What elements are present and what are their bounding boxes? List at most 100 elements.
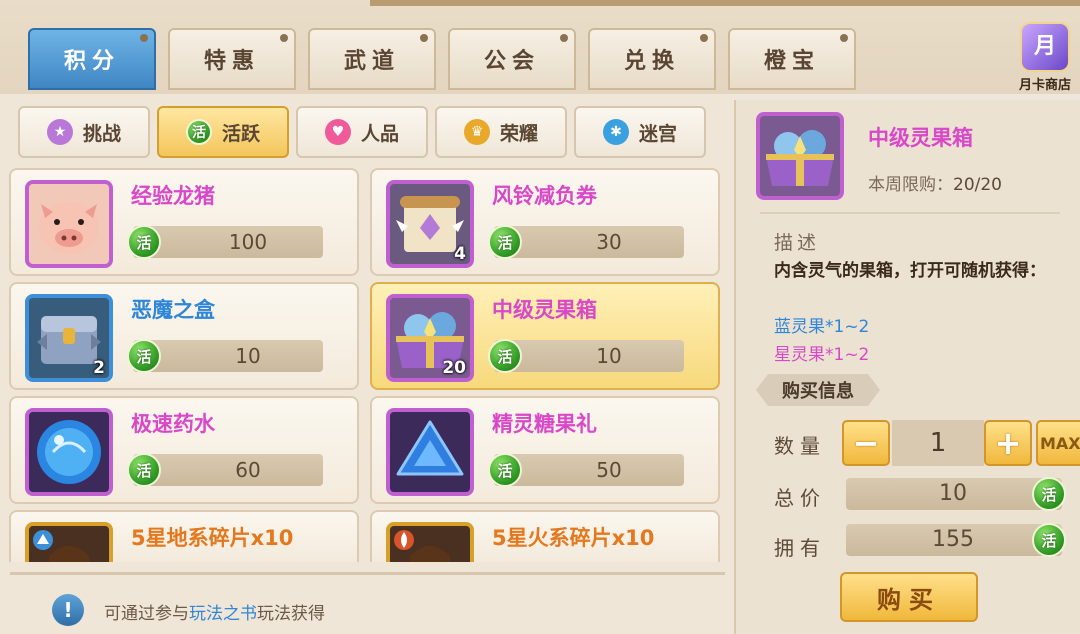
item-count: 20 (442, 358, 466, 378)
huo-icon: 活 (127, 225, 161, 259)
quantity-label: 数量 (774, 434, 826, 458)
pin-icon (280, 34, 288, 42)
huo-icon: 活 (488, 339, 522, 373)
divider (760, 212, 1060, 214)
tab-exchange[interactable]: 兑换 (588, 28, 716, 90)
item-card-selected[interactable]: 20 中级灵果箱 活 10 (370, 282, 720, 390)
snowflake-icon: ✱ (602, 119, 629, 145)
huo-icon: 活 (488, 453, 522, 487)
tab-specials[interactable]: 特惠 (168, 28, 296, 90)
month-card-icon: 月 (1020, 22, 1070, 72)
minus-button[interactable]: − (842, 420, 890, 466)
star-icon: ★ (46, 119, 73, 145)
plus-button[interactable]: + (984, 420, 1032, 466)
owned-value: 155 (932, 527, 974, 552)
price-bar: 活 30 (488, 225, 684, 259)
owned-label: 拥有 (774, 536, 826, 560)
fruit-box-icon (756, 112, 844, 200)
item-name: 恶魔之盒 (131, 298, 215, 322)
subtab-honor[interactable]: ♛ 荣耀 (435, 106, 567, 158)
huo-icon: 活 (1032, 523, 1066, 557)
subtab-label: 挑战 (82, 122, 121, 145)
item-card[interactable]: 4 风铃减负券 活 30 (370, 168, 720, 276)
quantity-field[interactable]: 1 (892, 420, 984, 466)
item-card[interactable]: 精灵糖果礼 活 50 (370, 396, 720, 504)
huo-icon: 活 (185, 119, 212, 145)
item-card[interactable]: 经验龙猪 活 100 (9, 168, 359, 276)
month-card-label: 月卡商店 (1018, 78, 1071, 93)
candy-icon (386, 408, 474, 496)
purchase-info-header: 购买信息 (756, 374, 880, 406)
potion-orb-icon (25, 408, 113, 496)
item-price: 50 (596, 458, 622, 482)
tab-guild[interactable]: 公会 (448, 28, 576, 90)
item-count: 4 (454, 244, 466, 264)
huo-icon: 活 (127, 453, 161, 487)
huo-icon: 活 (1032, 477, 1066, 511)
hint-suffix: 玩法获得 (257, 604, 325, 624)
buy-button[interactable]: 购买 (840, 572, 978, 622)
item-price: 100 (228, 230, 268, 254)
tab-label: 公会 (483, 49, 540, 74)
subtab-challenge[interactable]: ★ 挑战 (18, 106, 150, 158)
weekly-limit-label: 本周限购： (868, 175, 953, 195)
drop-blue-fruit: 蓝灵果*1~2 (774, 317, 870, 337)
heart-icon: ♥ (324, 119, 351, 145)
subtab-label: 人品 (360, 122, 399, 145)
earth-shard-icon (25, 522, 113, 562)
item-name: 风铃减负券 (492, 184, 597, 208)
pin-icon (840, 34, 848, 42)
item-name: 中级灵果箱 (492, 298, 597, 322)
tab-points[interactable]: 积分 (28, 28, 156, 90)
subtab-label: 迷宫 (638, 122, 677, 145)
subtab-maze[interactable]: ✱ 迷宫 (574, 106, 706, 158)
price-bar: 活 100 (127, 225, 323, 259)
subtab-active[interactable]: 活活跃 (157, 106, 289, 158)
item-price: 10 (596, 344, 622, 368)
subtab-character[interactable]: ♥ 人品 (296, 106, 428, 158)
hint-prefix: 可通过参与 (104, 604, 189, 624)
subtab-label: 活跃 (221, 122, 260, 145)
tab-label: 武道 (343, 49, 400, 74)
drop-star-fruit: 星灵果*1~2 (774, 345, 870, 365)
item-card[interactable]: 2 恶魔之盒 活 10 (9, 282, 359, 390)
price-bar: 活 50 (488, 453, 684, 487)
pin-icon (420, 34, 428, 42)
tab-orange[interactable]: 橙宝 (728, 28, 856, 90)
tab-label: 积分 (63, 49, 120, 74)
item-name: 极速药水 (131, 412, 215, 436)
price-bar: 活 60 (127, 453, 323, 487)
tab-label: 橙宝 (763, 49, 820, 74)
pin-icon (700, 34, 708, 42)
item-price: 30 (596, 230, 622, 254)
scroll-icon: 4 (386, 180, 474, 268)
item-card[interactable]: 5星地系碎片x10 (9, 510, 359, 562)
top-rim (370, 0, 1080, 6)
tab-martial[interactable]: 武道 (308, 28, 436, 90)
fire-shard-icon (386, 522, 474, 562)
info-icon: ! (52, 594, 84, 626)
tab-label: 兑换 (623, 49, 680, 74)
tab-label: 特惠 (203, 49, 260, 74)
description-text: 内含灵气的果箱，打开可随机获得： (774, 261, 1046, 281)
description-label: 描述 (774, 232, 821, 254)
weekly-limit: 本周限购：20/20 (868, 170, 1002, 195)
item-card[interactable]: 极速药水 活 60 (9, 396, 359, 504)
subtab-label: 荣耀 (499, 122, 538, 145)
fruit-box-icon: 20 (386, 294, 474, 382)
pig-icon (25, 180, 113, 268)
max-button[interactable]: MAX (1036, 420, 1080, 466)
huo-icon: 活 (127, 339, 161, 373)
total-price-value: 10 (939, 481, 967, 506)
item-count: 2 (93, 358, 105, 378)
item-card[interactable]: 5星火系碎片x10 (370, 510, 720, 562)
chest-icon: 2 (25, 294, 113, 382)
weekly-limit-value: 20/20 (953, 175, 1002, 195)
gameplay-book-link[interactable]: 玩法之书 (189, 604, 257, 624)
total-price-bar: 10 活 (846, 477, 1066, 511)
owned-bar: 155 活 (846, 523, 1066, 557)
item-name: 经验龙猪 (131, 184, 215, 208)
month-card-shop-button[interactable]: 月 月卡商店 (1010, 22, 1080, 93)
item-price: 10 (235, 344, 261, 368)
price-bar: 活 10 (488, 339, 684, 373)
